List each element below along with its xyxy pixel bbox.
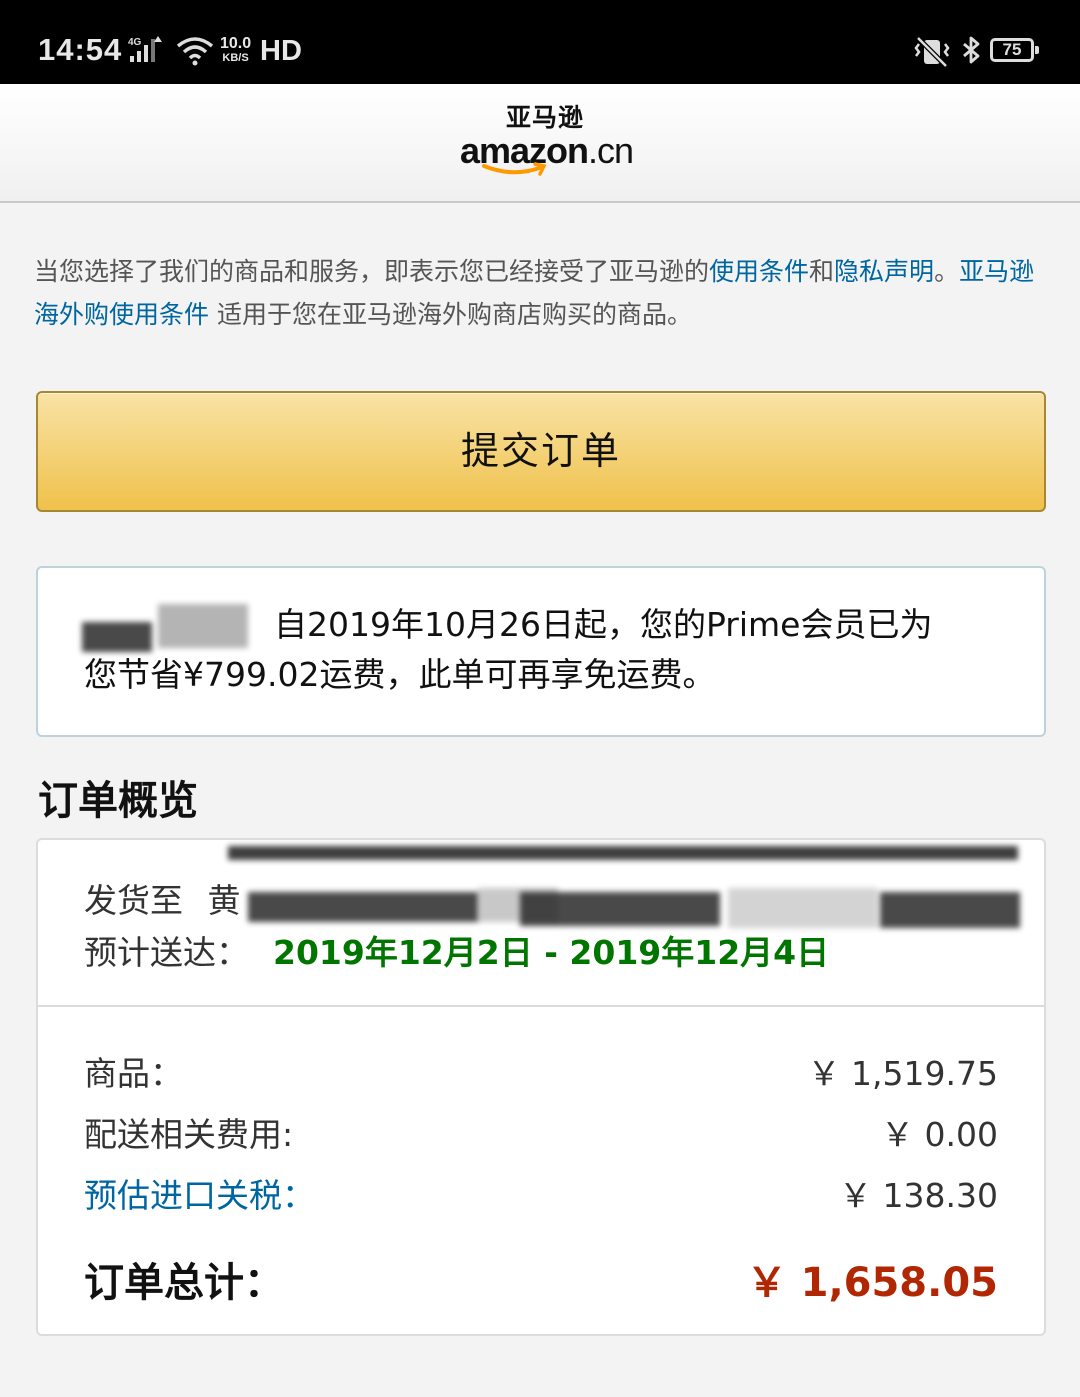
cellular-signal-icon: 4G: [128, 36, 168, 71]
status-bar: 14:54 4G 10.0 KB/S HD 75: [0, 0, 1080, 84]
ship-to-name: 黄: [207, 881, 241, 920]
shipping-value: ￥ 0.00: [881, 1115, 998, 1154]
estimated-delivery-row: 预计送达： 2019年12月2日 - 2019年12月4日: [84, 926, 829, 974]
terms-notice: 当您选择了我们的商品和服务，即表示您已经接受了亚马逊的使用条件和隐私声明。亚马逊…: [34, 257, 1035, 329]
shipping-label: 配送相关费用:: [84, 1115, 294, 1154]
network-type-text: 4G: [128, 37, 142, 48]
submit-order-button[interactable]: 提交订单: [36, 391, 1046, 512]
battery-icon: 75: [990, 38, 1039, 62]
import-duty-line: 预估进口关税： ￥ 138.30: [84, 1169, 998, 1217]
amazon-logo[interactable]: 亚马逊 amazon.cn: [460, 103, 634, 184]
items-label: 商品：: [84, 1054, 183, 1093]
eta-date: 2019年12月2日 - 2019年12月4日: [273, 933, 830, 972]
redacted-address: [228, 846, 1018, 860]
amazon-smile-icon: [482, 162, 547, 176]
redacted-address: [248, 892, 478, 922]
order-summary-card: 发货至 黄 预计送达： 2019年12月2日 - 2019年12月4日 商品： ￥…: [36, 838, 1046, 1336]
import-duty-value: ￥ 138.30: [839, 1176, 998, 1215]
terms-of-use-link[interactable]: 使用条件: [709, 257, 809, 286]
shipping-line: 配送相关费用: ￥ 0.00: [84, 1108, 998, 1156]
prime-savings-box: 自2019年10月26日起，您的Prime会员已为 您节省¥799.02运费，此…: [36, 566, 1046, 737]
ship-to-label: 发货至: [84, 881, 183, 920]
next-section-heading-partial: [38, 1384, 238, 1397]
status-time: 14:54: [38, 32, 123, 67]
divider: [38, 1005, 1044, 1007]
app-header: 亚马逊 amazon.cn: [0, 84, 1080, 203]
bluetooth-icon: [960, 34, 984, 73]
import-duty-link[interactable]: 预估进口关税：: [84, 1176, 315, 1215]
eta-label: 预计送达：: [84, 933, 249, 972]
items-value: ￥ 1,519.75: [807, 1054, 998, 1093]
ship-to-row: 发货至 黄: [84, 874, 241, 922]
privacy-notice-link[interactable]: 隐私声明: [834, 257, 934, 286]
wifi-icon: [176, 36, 214, 71]
order-total-line: 订单总计： ￥ 1,658.05: [84, 1250, 998, 1308]
redacted-address: [728, 888, 878, 928]
vibrate-mode-icon: [912, 34, 952, 73]
order-total-value: ￥ 1,658.05: [746, 1260, 998, 1306]
order-total-label: 订单总计：: [84, 1260, 284, 1306]
order-summary-title: 订单概览: [38, 778, 198, 824]
hd-indicator: HD: [260, 35, 302, 67]
items-line: 商品： ￥ 1,519.75: [84, 1047, 998, 1095]
network-speed: 10.0 KB/S: [220, 35, 252, 65]
redacted-address: [880, 892, 1020, 928]
prime-savings-text: 自2019年10月26日起，您的Prime会员已为 您节省¥799.02运费，此…: [84, 605, 933, 694]
logo-cn-text: 亚马逊: [505, 103, 584, 132]
redacted-address: [520, 892, 720, 926]
